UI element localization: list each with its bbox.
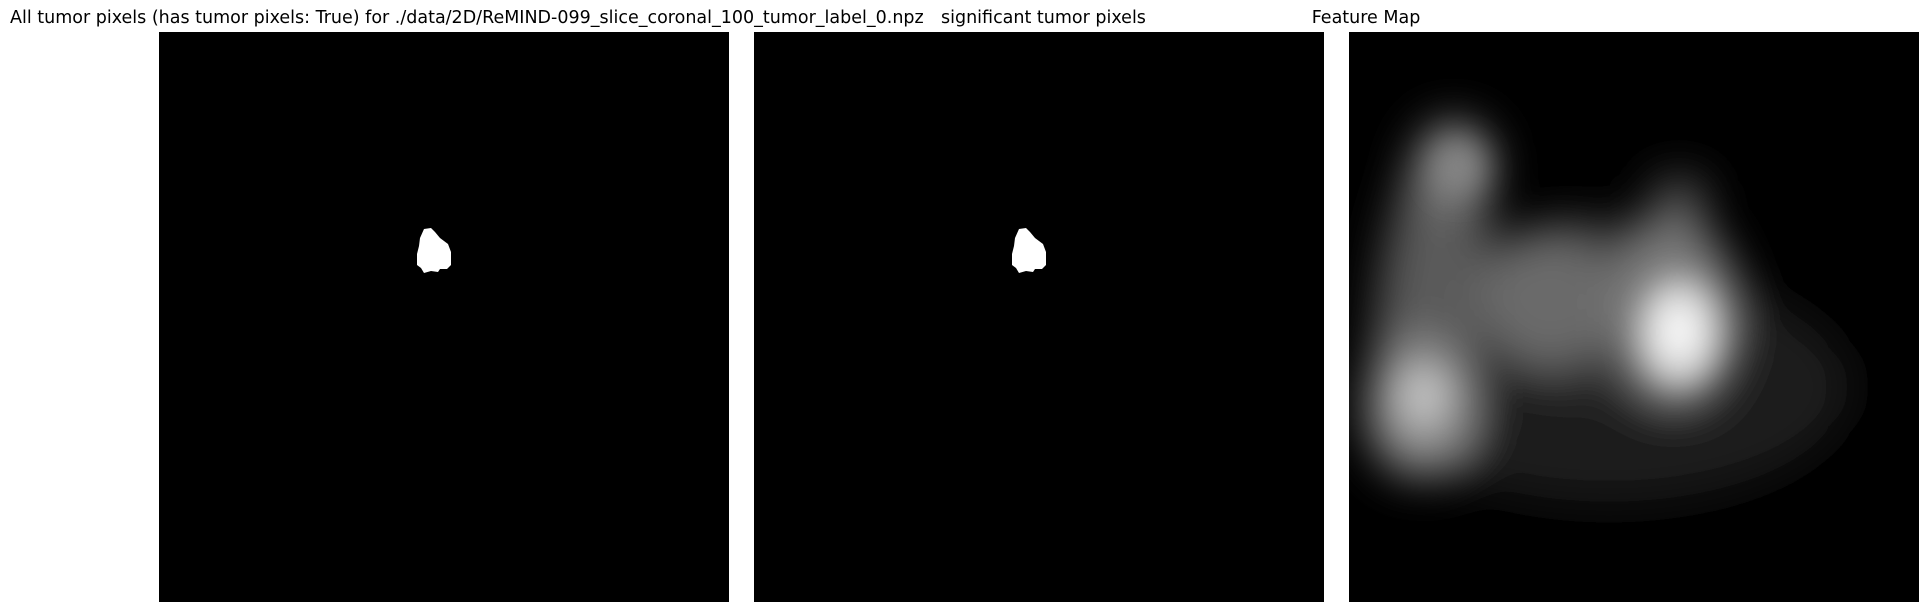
panel-title-feature-map: Feature Map (1311, 8, 1421, 28)
tumor-mask-graphic (159, 32, 729, 602)
all-tumor-pixels-image (159, 32, 729, 602)
panel-title-all-tumor-pixels: All tumor pixels (has tumor pixels: True… (10, 8, 924, 28)
tumor-mask-graphic (754, 32, 1324, 602)
significant-tumor-pixels-image (754, 32, 1324, 602)
feature-map-image (1349, 32, 1919, 602)
feature-map-graphic (1349, 32, 1919, 602)
